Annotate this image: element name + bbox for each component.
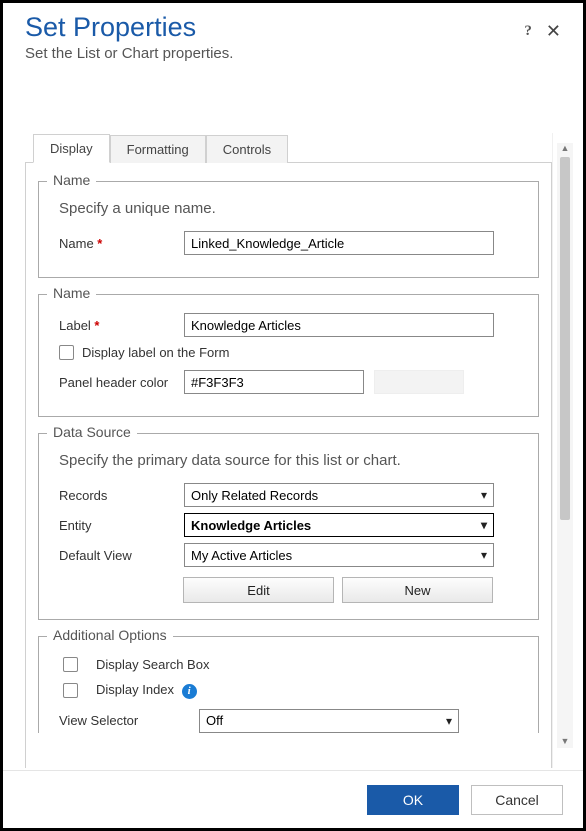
display-search-checkbox[interactable] <box>63 657 78 672</box>
records-select[interactable]: Only Related Records ▾ <box>184 483 494 507</box>
tab-display[interactable]: Display <box>33 134 110 163</box>
view-selector-label: View Selector <box>59 713 199 728</box>
panel-color-input[interactable] <box>184 370 364 394</box>
panel-color-swatch[interactable] <box>374 370 464 394</box>
label-input[interactable] <box>184 313 494 337</box>
help-icon[interactable]: ? <box>524 23 532 40</box>
name-input[interactable] <box>184 231 494 255</box>
tab-strip: Display Formatting Controls <box>25 133 552 162</box>
chevron-down-icon: ▾ <box>446 714 452 728</box>
scrollbar[interactable]: ▲ ▼ <box>557 143 573 748</box>
section-desc: Specify the primary data source for this… <box>59 452 524 469</box>
entity-label: Entity <box>59 518 184 533</box>
tab-controls[interactable]: Controls <box>206 135 288 163</box>
name-label: Name <box>59 236 184 251</box>
default-view-select[interactable]: My Active Articles ▾ <box>184 543 494 567</box>
scrollbar-thumb[interactable] <box>560 157 570 520</box>
cancel-button[interactable]: Cancel <box>471 785 563 815</box>
section-legend: Additional Options <box>47 627 173 643</box>
view-selector-value: Off <box>206 713 223 728</box>
section-name-label: Name Label Display label on the Form Pan… <box>38 294 539 417</box>
edit-view-button[interactable]: Edit <box>183 577 334 603</box>
chevron-down-icon: ▾ <box>481 488 487 502</box>
display-label-checkbox[interactable] <box>59 345 74 360</box>
section-name-unique: Name Specify a unique name. Name <box>38 181 539 278</box>
display-search-checkbox-label: Display Search Box <box>96 657 209 672</box>
records-select-value: Only Related Records <box>191 488 318 503</box>
display-index-checkbox-label: Display Index i <box>96 682 197 699</box>
display-index-checkbox[interactable] <box>63 683 78 698</box>
dialog-window: Set Properties Set the List or Chart pro… <box>0 0 586 831</box>
new-view-button[interactable]: New <box>342 577 493 603</box>
tab-panel-display: Name Specify a unique name. Name Name La… <box>25 162 552 768</box>
chevron-down-icon: ▾ <box>481 518 487 532</box>
dialog-header: Set Properties Set the List or Chart pro… <box>3 3 583 62</box>
display-index-text: Display Index <box>96 682 174 697</box>
scroll-up-icon[interactable]: ▲ <box>559 143 571 155</box>
chevron-down-icon: ▾ <box>481 548 487 562</box>
info-icon[interactable]: i <box>182 684 197 699</box>
content-area: ▲ ▼ Display Formatting Controls Name Spe… <box>25 133 573 768</box>
default-view-label: Default View <box>59 548 184 563</box>
section-legend: Data Source <box>47 424 137 440</box>
dialog-title: Set Properties <box>25 13 561 43</box>
label-label: Label <box>59 318 184 333</box>
records-label: Records <box>59 488 184 503</box>
entity-select[interactable]: Knowledge Articles ▾ <box>184 513 494 537</box>
ok-button[interactable]: OK <box>367 785 459 815</box>
close-icon[interactable]: ✕ <box>546 21 561 42</box>
panel-color-label: Panel header color <box>59 375 184 390</box>
scroll-down-icon[interactable]: ▼ <box>559 736 571 748</box>
dialog-subtitle: Set the List or Chart properties. <box>25 45 561 62</box>
section-legend: Name <box>47 285 96 301</box>
view-selector-select[interactable]: Off ▾ <box>199 709 459 733</box>
dialog-footer: OK Cancel <box>3 770 583 828</box>
tab-formatting[interactable]: Formatting <box>110 135 206 163</box>
section-data-source: Data Source Specify the primary data sou… <box>38 433 539 620</box>
default-view-select-value: My Active Articles <box>191 548 292 563</box>
entity-select-value: Knowledge Articles <box>191 518 311 533</box>
section-additional-options: Additional Options Display Search Box Di… <box>38 636 539 733</box>
section-desc: Specify a unique name. <box>59 200 524 217</box>
display-label-checkbox-label: Display label on the Form <box>82 345 229 360</box>
section-legend: Name <box>47 172 96 188</box>
